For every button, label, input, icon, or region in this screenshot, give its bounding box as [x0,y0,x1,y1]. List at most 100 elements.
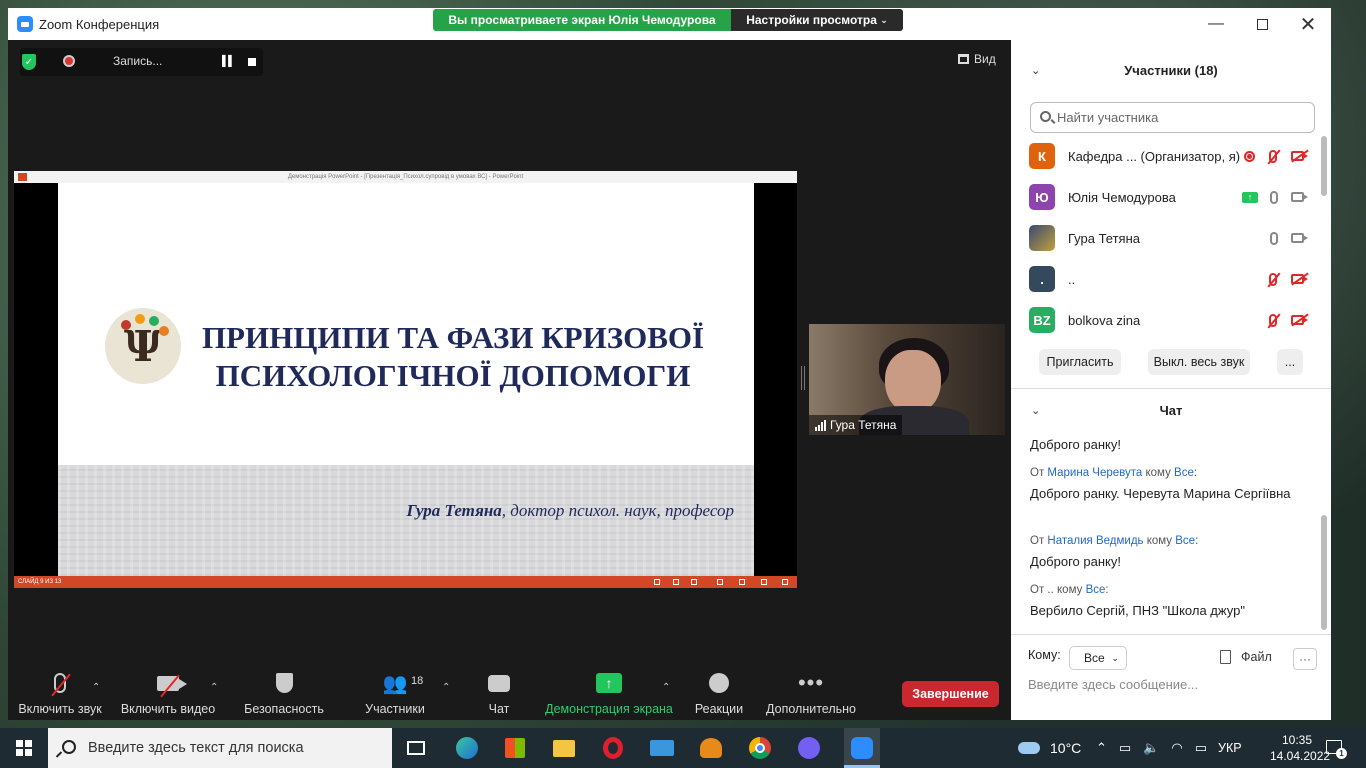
from-prefix: От [1030,467,1045,479]
participants-header: ⌄ Участники (18) [1011,58,1331,82]
muted-mic-icon[interactable] [1269,149,1277,163]
chevron-up-icon[interactable]: ⌃ [1096,740,1107,756]
viber-icon[interactable] [795,734,823,762]
resize-handle[interactable] [801,366,805,390]
video-off-icon[interactable] [1291,151,1308,161]
security-button[interactable]: Безопасность [244,666,324,720]
window-title: Zoom Конференция [39,16,160,32]
weather-widget[interactable]: 10°C [1018,728,1081,768]
close-button[interactable]: ✕ [1285,8,1331,40]
video-tile[interactable]: Гура Тетяна [809,324,1005,435]
file-label: Файл [1241,650,1272,664]
reactions-label: Реакции [694,702,744,716]
share-screen-icon: ↑ [596,673,622,693]
video-options-caret-icon[interactable]: ⌃ [210,682,218,693]
stop-recording-button[interactable] [248,58,256,66]
video-icon[interactable] [1291,233,1308,243]
start-video-button[interactable]: Включить видео [120,666,216,720]
unmute-button[interactable]: Включить звук [18,666,102,720]
mic-icon[interactable] [1270,190,1278,204]
taskbar-search-input[interactable]: Введите здесь текст для поиска [48,728,392,768]
collapse-chevron-icon[interactable]: ⌄ [1031,404,1040,417]
chat-header: ⌄ Чат [1011,398,1331,422]
chat-more-button[interactable]: ··· [1293,648,1317,670]
slide: Ψ ПРИНЦИПИ ТА ФАЗИ КРИЗОВОЇ ПСИХОЛОГІЧНО… [58,183,754,576]
grid-view-icon [958,54,969,64]
recipient-name[interactable]: Все [1086,584,1106,596]
mail-icon[interactable] [648,734,676,762]
participant-row[interactable]: . .. [1011,259,1321,299]
network-icon[interactable]: ◠ [1171,740,1182,756]
invite-button[interactable]: Пригласить [1039,349,1121,375]
app-icon[interactable] [697,734,725,762]
participant-name: bolkova zina [1068,312,1141,328]
side-panel: ⌄ Участники (18) Найти участника К Кафед… [1011,40,1331,720]
video-participant-name: Гура Тетяна [830,418,897,432]
battery-icon[interactable]: ▭ [1119,740,1131,756]
reactions-button[interactable]: Реакции [694,666,744,720]
chat-message-sender: От Наталия Ведмидь кому Все: [1030,535,1199,547]
pause-recording-button[interactable]: ▌▌ [222,56,235,67]
mute-all-button[interactable]: Выкл. весь звук [1148,349,1250,375]
participants-caret-icon[interactable]: ⌃ [442,682,450,693]
participant-row[interactable]: Ю Юлія Чемодурова ↑ [1011,177,1321,217]
participant-row[interactable]: Гура Тетяна [1011,218,1321,258]
muted-mic-icon[interactable] [1269,272,1277,286]
language-indicator[interactable]: УКР [1218,728,1242,768]
participants-label: Участники [365,702,425,716]
sender-name[interactable]: Марина Черевута [1047,467,1142,479]
recipient-name[interactable]: Все [1174,467,1194,479]
chat-button[interactable]: Чат [478,666,520,720]
view-button[interactable]: Вид [958,52,996,66]
video-off-icon[interactable] [1291,315,1308,325]
store-icon[interactable] [501,734,529,762]
video-icon[interactable] [1291,192,1308,202]
mic-icon[interactable] [1270,231,1278,245]
end-meeting-button[interactable]: Завершение [902,681,999,707]
chrome-icon[interactable] [746,734,774,762]
opera-icon[interactable] [599,734,627,762]
keyboard-icon[interactable]: ▭ [1195,740,1207,756]
psychology-logo-icon: Ψ [105,308,181,384]
audio-options-caret-icon[interactable]: ⌃ [92,682,100,693]
share-options-caret-icon[interactable]: ⌃ [662,682,670,693]
tray-icons[interactable]: ⌃ ▭ 🔈 ◠ ▭ [1096,728,1207,768]
clock[interactable]: 10:35 14.04.2022 [1270,732,1330,764]
file-explorer-icon[interactable] [550,734,578,762]
muted-mic-icon[interactable] [1269,313,1277,327]
participant-search-input[interactable]: Найти участника [1030,102,1315,133]
task-view-icon[interactable] [402,734,430,762]
maximize-button[interactable] [1239,8,1285,40]
participants-icon: 👥 [382,672,408,695]
participants-more-button[interactable]: ... [1277,349,1303,375]
edge-icon[interactable] [453,734,481,762]
collapse-chevron-icon[interactable]: ⌄ [1031,64,1040,77]
windows-start-icon[interactable] [16,740,32,756]
recipient-select[interactable]: Все ⌄ [1069,646,1127,670]
participant-row[interactable]: К Кафедра ... (Организатор, я) [1011,136,1321,176]
avatar: BZ [1029,307,1055,333]
participant-row[interactable]: BZ bolkova zina [1011,300,1321,340]
zoom-taskbar-icon[interactable] [844,728,880,768]
minimize-button[interactable]: — [1193,8,1239,40]
chat-message-input[interactable]: Введите здесь сообщение... [1028,677,1198,692]
chat-title: Чат [1159,402,1183,418]
more-button[interactable]: ••• Дополнительно [764,666,858,720]
view-options-label: Настройки просмотра [746,13,877,27]
volume-icon[interactable]: 🔈 [1143,740,1159,756]
participants-scrollbar[interactable] [1321,136,1327,196]
notification-center-icon[interactable]: 1 [1326,740,1347,759]
security-shield-icon[interactable]: ✓ [22,54,36,70]
recording-label: Запись... [113,54,163,68]
chat-scrollbar[interactable] [1321,515,1327,630]
recipient-name[interactable]: Все [1175,535,1195,547]
view-options-button[interactable]: Настройки просмотра ⌄ [731,9,903,31]
file-button[interactable]: Файл [1220,650,1272,664]
sender-name[interactable]: Наталия Ведмидь [1047,535,1143,547]
avatar: К [1029,143,1055,169]
slide-title-line2: ПСИХОЛОГІЧНОЇ ДОПОМОГИ [215,358,691,393]
video-off-icon[interactable] [1291,274,1308,284]
share-screen-button[interactable]: ↑ Демонстрация экрана [545,666,673,720]
chat-message: Доброго ранку! [1030,437,1121,452]
sender-name[interactable]: .. [1047,584,1053,596]
